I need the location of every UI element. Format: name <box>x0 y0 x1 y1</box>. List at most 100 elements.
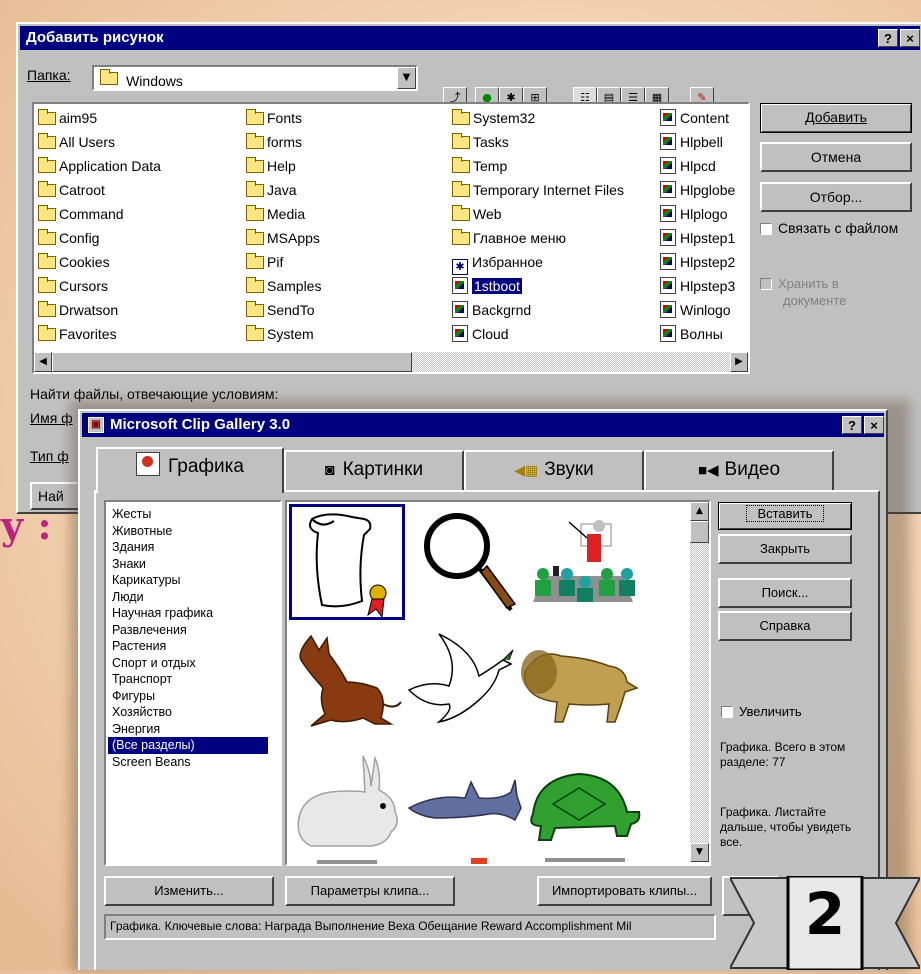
file-list-item[interactable]: Главное меню <box>452 226 566 250</box>
file-list-item[interactable]: ✱ Избранное <box>452 250 543 275</box>
file-list-item[interactable]: Help <box>246 154 296 178</box>
file-list-item[interactable]: Temporary Internet Files <box>452 178 624 202</box>
clip-scroll-diploma[interactable] <box>289 504 405 620</box>
filter-button[interactable]: Отбор... <box>760 182 912 212</box>
gallery-help-button[interactable]: ? <box>842 416 862 434</box>
file-list-item[interactable]: Волны <box>660 322 723 346</box>
category-item[interactable]: (Все разделы) <box>108 737 268 754</box>
file-list-item[interactable]: Hlpcd <box>660 154 716 178</box>
category-list[interactable]: Жесты Животные Здания Знаки Карикатуры Люди На… <box>104 500 282 866</box>
file-list-item[interactable]: System32 <box>452 106 535 130</box>
file-list-item[interactable]: All Users <box>38 130 115 154</box>
file-list-item[interactable]: Java <box>246 178 297 202</box>
horizontal-scrollbar[interactable]: ◀ ▶ <box>34 352 748 372</box>
cancel-button[interactable]: Отмена <box>760 142 912 172</box>
file-list-item[interactable]: SendTo <box>246 298 314 322</box>
clip-rabbit[interactable] <box>291 752 407 852</box>
search-clips-button[interactable]: Поиск... <box>718 578 852 608</box>
file-list-item[interactable]: Web <box>452 202 502 226</box>
scroll-thumb[interactable] <box>52 352 412 372</box>
clip-shark[interactable] <box>405 774 523 834</box>
category-item[interactable]: Растения <box>108 638 268 655</box>
file-list-item[interactable]: Pif <box>246 250 283 274</box>
file-list-item[interactable]: System <box>246 322 314 346</box>
enlarge-checkbox[interactable]: Увеличить <box>721 704 802 719</box>
clip-turtle[interactable] <box>523 764 643 848</box>
clip-donkey[interactable] <box>291 630 407 730</box>
enlarge-checkbox-box[interactable] <box>721 706 733 718</box>
link-to-file-checkbox[interactable]: Связать с файлом <box>760 220 898 236</box>
file-list-item[interactable]: Hlpstep1 <box>660 226 735 250</box>
file-list-item[interactable]: Media <box>246 202 305 226</box>
clip-preview-grid[interactable] <box>285 500 711 866</box>
tab-sounds[interactable]: ◀▦ Звуки <box>464 450 644 490</box>
file-list-item[interactable]: Cursors <box>38 274 108 298</box>
tab-graphics[interactable]: Графика <box>96 447 284 493</box>
clip-lion[interactable] <box>519 642 641 726</box>
category-item[interactable]: Люди <box>108 589 268 606</box>
gallery-close-button[interactable]: × <box>864 416 884 434</box>
tab-pictures[interactable]: ◙ Картинки <box>284 450 464 490</box>
scroll-right-icon[interactable]: ▶ <box>730 352 748 372</box>
scroll-left-icon[interactable]: ◀ <box>34 352 52 372</box>
checkbox-box[interactable] <box>760 223 772 235</box>
category-item[interactable]: Научная графика <box>108 605 268 622</box>
file-list-item[interactable]: Samples <box>246 274 321 298</box>
import-clips-button[interactable]: Импортировать клипы... <box>537 876 712 906</box>
file-list-item[interactable]: 1stboot <box>452 274 522 298</box>
file-list-item[interactable]: Backgrnd <box>452 298 531 322</box>
file-list-item[interactable]: aim95 <box>38 106 97 130</box>
file-list-item[interactable]: Drwatson <box>38 298 118 322</box>
file-list-item[interactable]: forms <box>246 130 302 154</box>
file-list-item[interactable]: Hlpstep2 <box>660 250 735 274</box>
file-list-item[interactable]: Hlplogo <box>660 202 727 226</box>
scroll-down-icon[interactable]: ▼ <box>690 843 709 862</box>
scroll-up-icon[interactable]: ▲ <box>690 502 709 521</box>
category-item[interactable]: Развлечения <box>108 622 268 639</box>
clip-magnifier[interactable] <box>415 508 525 618</box>
folder-select[interactable]: Windows ▼ <box>92 65 418 91</box>
category-item[interactable]: Screen Beans <box>108 754 268 771</box>
tab-video[interactable]: ■◀ Видео <box>644 450 834 490</box>
close-gallery-button[interactable]: Закрыть <box>718 534 852 564</box>
file-list-item[interactable]: Hlpglobe <box>660 178 735 202</box>
scroll-thumb-vertical[interactable] <box>690 521 709 543</box>
file-list-item[interactable]: Temp <box>452 154 507 178</box>
insert-clip-button[interactable]: Вставить <box>718 502 852 530</box>
clip-dove[interactable] <box>399 630 519 730</box>
category-item[interactable]: Фигуры <box>108 688 268 705</box>
file-list-item[interactable]: Favorites <box>38 322 117 346</box>
category-item[interactable]: Животные <box>108 523 268 540</box>
close-button[interactable]: × <box>900 29 920 47</box>
edit-categories-button[interactable]: Изменить... <box>104 876 274 906</box>
file-list-item[interactable]: MSApps <box>246 226 320 250</box>
category-item[interactable]: Хозяйство <box>108 704 268 721</box>
file-list-item[interactable]: Fonts <box>246 106 302 130</box>
category-item[interactable]: Транспорт <box>108 671 268 688</box>
chevron-down-icon[interactable]: ▼ <box>397 67 416 89</box>
category-item[interactable]: Здания <box>108 539 268 556</box>
file-list-item[interactable]: Hlpbell <box>660 130 723 154</box>
clip-properties-button[interactable]: Параметры клипа... <box>285 876 455 906</box>
help-clips-button[interactable]: Справка <box>718 611 852 641</box>
category-item[interactable]: Жесты <box>108 506 268 523</box>
file-list-item[interactable]: Catroot <box>38 178 105 202</box>
file-list[interactable]: aim95 All Users Application Data Catroot Com… <box>32 102 750 374</box>
file-list-item[interactable]: Hlpstep3 <box>660 274 735 298</box>
file-list-item[interactable]: Content <box>660 106 729 130</box>
file-list-item[interactable]: Command <box>38 202 124 226</box>
clip-vertical-scrollbar[interactable]: ▲ ▼ <box>690 502 709 862</box>
help-button[interactable]: ? <box>878 29 898 47</box>
category-item[interactable]: Спорт и отдых <box>108 655 268 672</box>
category-item[interactable]: Карикатуры <box>108 572 268 589</box>
file-list-item[interactable]: Application Data <box>38 154 161 178</box>
file-list-item[interactable]: Tasks <box>452 130 509 154</box>
file-list-item[interactable]: Winlogo <box>660 298 731 322</box>
file-list-item[interactable]: Cloud <box>452 322 509 346</box>
category-item[interactable]: Знаки <box>108 556 268 573</box>
clip-presentation[interactable] <box>523 516 643 608</box>
file-list-item[interactable]: Config <box>38 226 99 250</box>
file-list-item[interactable]: Cookies <box>38 250 110 274</box>
category-item[interactable]: Энергия <box>108 721 268 738</box>
add-button[interactable]: Добавить <box>760 103 912 133</box>
